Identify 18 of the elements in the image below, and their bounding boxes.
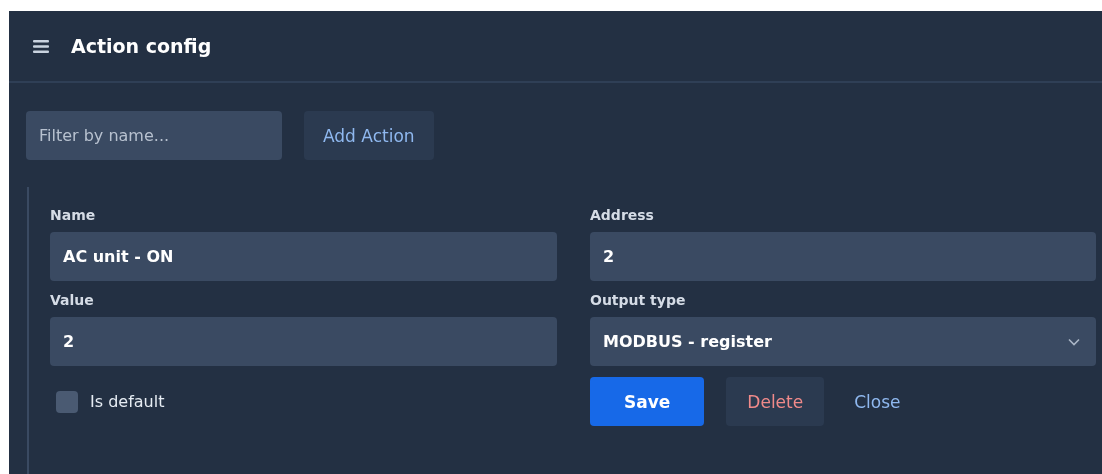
save-button[interactable]: Save [590, 377, 705, 426]
page-title: Action config [71, 35, 212, 57]
close-link[interactable]: Close [846, 377, 909, 426]
checkbox[interactable] [56, 390, 78, 413]
filter-field[interactable]: Filter by name... [26, 111, 282, 160]
menu-icon[interactable] [33, 39, 49, 53]
delete-button[interactable]: Delete [726, 377, 825, 426]
field-label: Output type [590, 292, 687, 308]
add-action-button[interactable]: Add Action [304, 111, 434, 160]
field-label: Value [50, 292, 95, 308]
output-type-dropdown[interactable]: MODBUS - register [590, 317, 1096, 366]
field-label: Name [50, 207, 97, 223]
text-field[interactable]: 2 [590, 232, 1096, 281]
chevron-down-icon [1068, 337, 1080, 346]
text-field[interactable]: 2 [50, 317, 557, 366]
text-field[interactable]: AC unit - ON [50, 232, 557, 281]
field-label: Address [590, 207, 655, 223]
checkbox-label: Is default [90, 392, 165, 411]
